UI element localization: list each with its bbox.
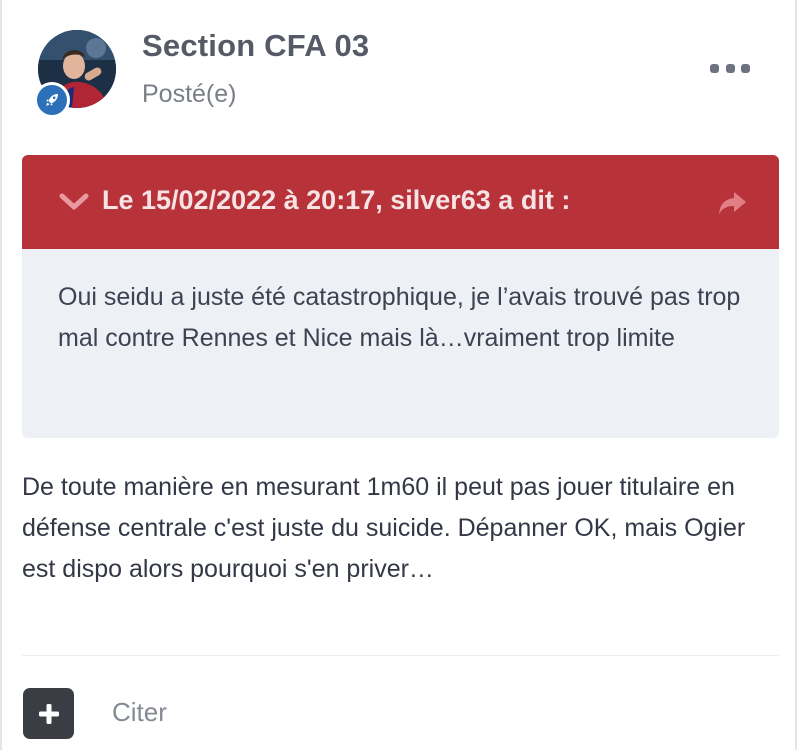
plus-icon bbox=[38, 703, 59, 724]
quote-text: Oui seidu a juste été catastrophique, je… bbox=[58, 283, 741, 352]
quote-citation[interactable]: Le 15/02/2022 à 20:17, silver63 a dit : bbox=[102, 185, 570, 216]
ellipsis-icon[interactable] bbox=[710, 58, 750, 78]
post-status: Posté(e) bbox=[142, 80, 237, 108]
post-header: Section CFA 03 Posté(e) bbox=[22, 20, 782, 120]
rank-badge bbox=[34, 82, 70, 118]
author-avatar-wrapper[interactable] bbox=[34, 30, 118, 118]
author-name[interactable]: Section CFA 03 bbox=[142, 28, 369, 64]
menu-dot bbox=[725, 63, 735, 73]
quote-block: Le 15/02/2022 à 20:17, silver63 a dit : … bbox=[22, 155, 779, 438]
rocket-icon bbox=[46, 94, 58, 106]
share-arrow-icon[interactable] bbox=[716, 189, 750, 217]
menu-dot bbox=[710, 63, 719, 73]
quote-header: Le 15/02/2022 à 20:17, silver63 a dit : bbox=[22, 155, 779, 249]
quote-button[interactable]: Citer bbox=[112, 697, 167, 728]
multiquote-add-button[interactable] bbox=[23, 688, 74, 739]
post-body-text: De toute manière en mesurant 1m60 il peu… bbox=[22, 473, 746, 583]
divider bbox=[22, 655, 779, 656]
menu-dot bbox=[741, 63, 750, 73]
chevron-down-icon[interactable] bbox=[58, 191, 90, 213]
